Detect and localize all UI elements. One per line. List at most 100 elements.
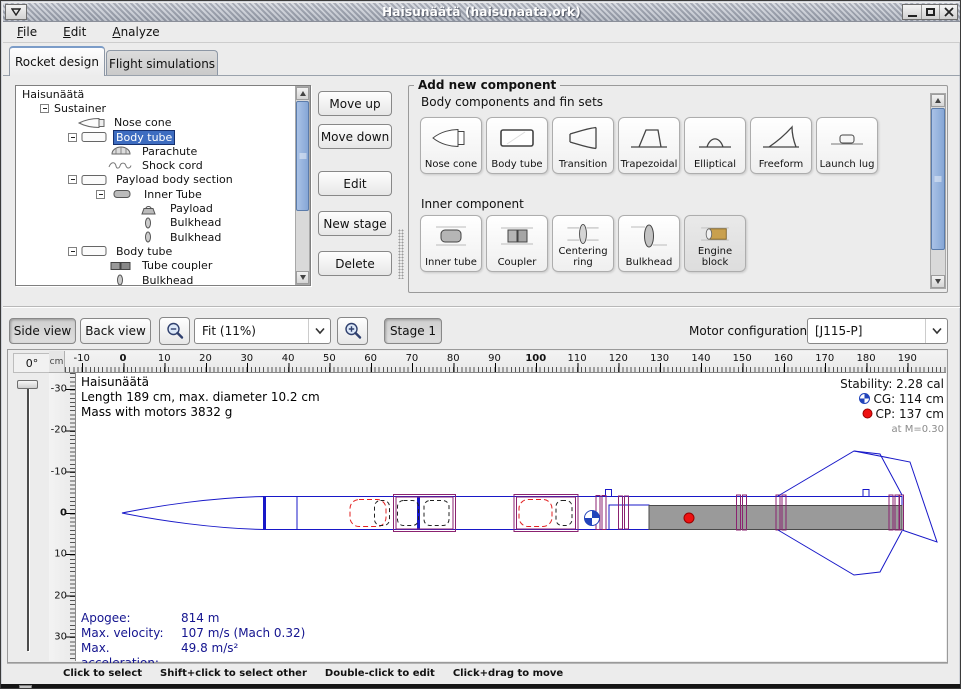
tree-item-payload[interactable]: Payload [16,201,295,215]
add-elliptical-fin-button[interactable]: Elliptical [684,117,746,174]
inner-component-buttons: Inner tube Coupler Centering ring Bulkhe… [420,215,746,272]
shock-cord-shape [556,501,572,526]
stability-value: Stability: 2.28 cal [704,377,944,392]
engine-block-icon [693,221,737,247]
tree-label[interactable]: Haisunäätä [20,88,86,101]
mach-condition: at M=0.30 [704,423,944,438]
move-down-button[interactable]: Move down [318,124,392,149]
body-tube-icon [80,245,110,257]
zoom-level-value: Fit (11%) [195,324,308,338]
max-velocity-value: 107 m/s (Mach 0.32) [181,626,305,641]
zoom-out-button[interactable] [159,317,190,345]
tree-item-payload-body-section[interactable]: Payload body section [16,173,295,187]
hint-drag: Click+drag to move [453,668,563,679]
tree-label[interactable]: Shock cord [140,159,205,172]
minimize-button[interactable] [903,5,921,19]
collapse-expander-icon[interactable] [68,175,77,184]
resize-grip[interactable] [19,685,32,689]
hint-shift-click: Shift+click to select other [160,668,307,679]
window-bottom-edge [1,684,961,689]
component-panel-scrollbar[interactable] [930,93,946,289]
add-centering-ring-button[interactable]: Centering ring [552,215,614,272]
new-stage-button[interactable]: New stage [318,211,392,236]
back-view-button[interactable]: Back view [80,318,151,344]
tab-flight-simulations[interactable]: Flight simulations [106,50,218,76]
add-nose-cone-button[interactable]: Nose cone [420,117,482,174]
tube-coupler-icon [106,260,136,272]
add-engine-block-button[interactable]: Engine block [684,215,746,272]
tree-label[interactable]: Nose cone [112,116,173,129]
zoom-level-select[interactable]: Fit (11%) [194,318,331,344]
tree-item-parachute[interactable]: Parachute [16,144,295,158]
tree-item-bulkhead[interactable]: Bulkhead [16,216,295,230]
titlebar[interactable]: Haisunäätä (haisunaata.ork) [3,3,960,22]
scroll-up-icon[interactable] [296,87,309,100]
maximize-button[interactable] [921,5,939,19]
inner-tube-icon [108,188,138,200]
scroll-down-icon[interactable] [931,275,945,288]
bulkhead-icon [134,231,164,243]
add-coupler-button[interactable]: Coupler [486,215,548,272]
tree-item-body-tube-aft[interactable]: Body tube [16,244,295,258]
add-trapezoidal-fin-button[interactable]: Trapezoidal [618,117,680,174]
component-panel-scrollbar-thumb[interactable] [931,108,945,250]
menu-file[interactable]: File [17,25,37,39]
add-transition-button[interactable]: Transition [552,117,614,174]
tab-rocket-design[interactable]: Rocket design [9,46,105,76]
collapse-expander-icon[interactable] [40,104,49,113]
tree-label[interactable]: Parachute [140,145,199,158]
tree-scrollbar-thumb[interactable] [296,101,309,211]
add-body-tube-button[interactable]: Body tube [486,117,548,174]
tree-label[interactable]: Body tube [114,245,174,258]
side-view-button[interactable]: Side view [9,318,76,344]
tree-label[interactable]: Inner Tube [142,188,204,201]
transition-icon [561,123,605,153]
parachute-icon [106,145,136,157]
coupler-icon [495,221,539,251]
vertical-ruler: -30-20-100102030 [49,373,76,661]
tree-item-nose-cone[interactable]: Nose cone [16,116,295,130]
add-launch-lug-button[interactable]: Launch lug [816,117,878,174]
tree-item-shock-cord[interactable]: Shock cord [16,158,295,172]
motor-configuration-select[interactable]: [J115-P] [807,318,948,344]
tree-label[interactable]: Payload body section [114,173,235,186]
tree-label[interactable]: Bulkhead [168,216,223,229]
tree-label[interactable]: Sustainer [52,102,108,115]
collapse-expander-icon[interactable] [68,247,77,256]
tree-item-rocket[interactable]: Haisunäätä [16,87,295,101]
tree-item-bulkhead-aft[interactable]: Bulkhead [16,273,295,286]
close-button[interactable] [939,5,957,19]
collapse-expander-icon[interactable] [68,133,77,142]
add-inner-tube-button[interactable]: Inner tube [420,215,482,272]
stage-1-toggle[interactable]: Stage 1 [384,318,442,344]
tree-item-tube-coupler[interactable]: Tube coupler [16,259,295,273]
body-components-label: Body components and fin sets [421,95,603,109]
scroll-down-icon[interactable] [296,271,309,284]
delete-button[interactable]: Delete [318,251,392,276]
rotation-slider-handle[interactable] [17,380,38,389]
tree-scrollbar[interactable] [295,86,310,285]
tree-label[interactable]: Bulkhead [168,231,223,244]
tree-item-inner-tube[interactable]: Inner Tube [16,187,295,201]
edit-button[interactable]: Edit [318,171,392,196]
splitter-handle[interactable] [398,229,404,279]
pane-divider-highlight [3,307,960,308]
collapse-expander-icon[interactable] [96,190,105,199]
add-freeform-fin-button[interactable]: Freeform [750,117,812,174]
scroll-up-icon[interactable] [931,94,945,107]
tree-label-selected[interactable]: Body tube [114,131,174,144]
tree-label[interactable]: Tube coupler [140,259,214,272]
zoom-in-button[interactable] [337,317,368,345]
move-up-button[interactable]: Move up [318,91,392,116]
tree-item-sustainer[interactable]: Sustainer [16,101,295,115]
tree-label[interactable]: Payload [168,202,215,215]
menu-analyze[interactable]: Analyze [112,25,159,39]
tree-item-body-tube[interactable]: Body tube [16,130,295,144]
chevron-down-icon [308,319,330,343]
tree-item-bulkhead[interactable]: Bulkhead [16,230,295,244]
trapezoidal-fin-icon [627,123,671,153]
tree-label[interactable]: Bulkhead [140,274,195,287]
add-bulkhead-button[interactable]: Bulkhead [618,215,680,272]
menu-edit[interactable]: Edit [63,25,86,39]
rotation-slider-track[interactable] [27,383,29,651]
